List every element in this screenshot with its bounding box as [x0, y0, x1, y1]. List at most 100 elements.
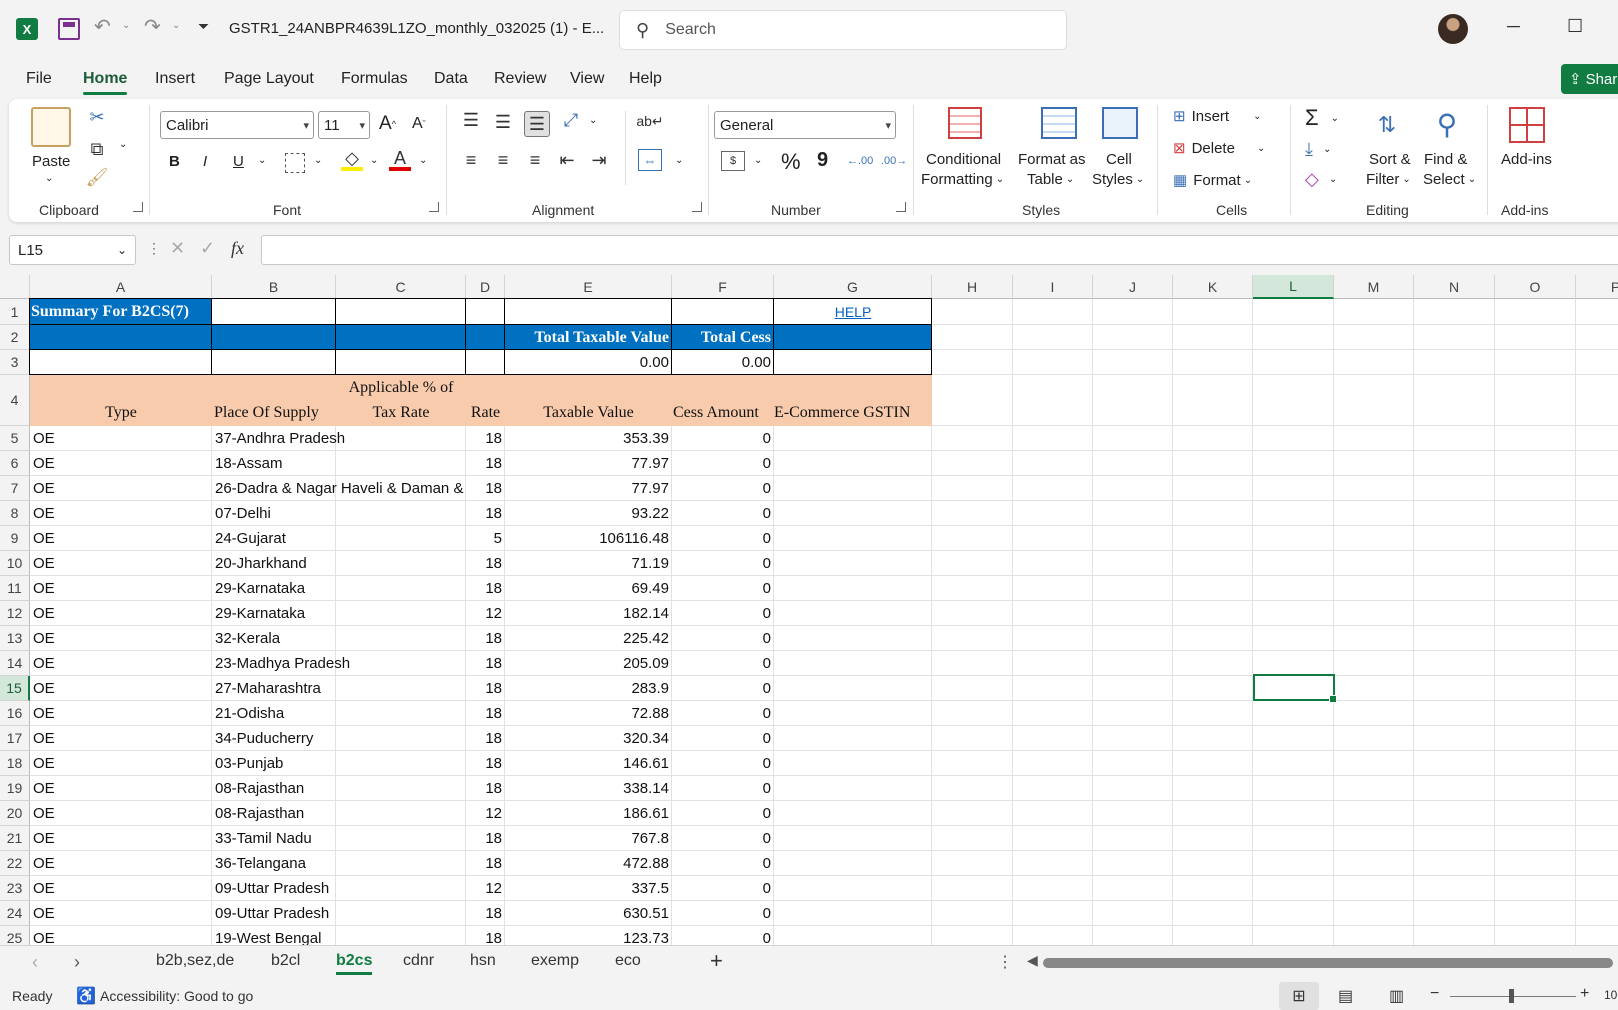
row-header-9[interactable]: 9	[0, 526, 30, 551]
cell-taxable-value[interactable]: 205.09	[505, 651, 672, 676]
insert-cells-button[interactable]: ⊞ Insert ⌄	[1173, 107, 1261, 126]
column-header-b[interactable]: B	[212, 275, 336, 299]
cut-icon[interactable]: ✂	[85, 105, 109, 129]
format-painter-icon[interactable]: 🖌	[85, 165, 109, 189]
alignment-launcher-icon[interactable]	[692, 202, 702, 212]
orientation-icon[interactable]: ⤢	[560, 109, 582, 131]
paste-icon[interactable]	[31, 107, 71, 147]
format-as-table-icon[interactable]	[1041, 107, 1077, 139]
cell-taxable-value[interactable]: 472.88	[505, 851, 672, 876]
row-header-7[interactable]: 7	[0, 476, 30, 501]
row-header-23[interactable]: 23	[0, 876, 30, 901]
cell-type[interactable]: OE	[33, 551, 55, 576]
column-header-c[interactable]: C	[336, 275, 466, 299]
cell-place-of-supply[interactable]: 29-Karnataka	[215, 576, 465, 601]
cell-cess-amount[interactable]: 0	[672, 726, 774, 751]
cell-type[interactable]: OE	[33, 601, 55, 626]
cell-cess-amount[interactable]: 0	[672, 426, 774, 451]
maximize-icon[interactable]: ☐	[1567, 16, 1583, 37]
accessibility-status[interactable]: Accessibility: Good to go	[100, 988, 253, 1004]
conditional-formatting-label-1[interactable]: Conditional	[926, 151, 1001, 168]
italic-button[interactable]: I	[203, 153, 207, 170]
merge-center-icon[interactable]: ⇔	[638, 149, 662, 171]
cell-place-of-supply[interactable]: 08-Rajasthan	[215, 801, 465, 826]
cell-rate[interactable]: 18	[466, 726, 505, 751]
increase-decimal-button[interactable]: ← .00	[847, 155, 873, 167]
cell-rate[interactable]: 18	[466, 851, 505, 876]
bold-button[interactable]: B	[169, 153, 180, 170]
align-top-icon[interactable]: ☰	[460, 109, 482, 131]
tab-view[interactable]: View	[570, 70, 604, 88]
tab-data[interactable]: Data	[434, 70, 468, 88]
cell-type[interactable]: OE	[33, 626, 55, 651]
align-right-icon[interactable]: ≡	[524, 149, 546, 171]
cell-type[interactable]: OE	[33, 476, 55, 501]
cell-type[interactable]: OE	[33, 576, 55, 601]
column-header-g[interactable]: G	[774, 275, 932, 299]
column-header-a[interactable]: A	[30, 275, 212, 299]
align-left-icon[interactable]: ≡	[460, 149, 482, 171]
delete-cells-button[interactable]: ⊠ Delete ⌄	[1173, 139, 1265, 158]
page-break-view-icon[interactable]: ▥	[1389, 986, 1404, 1006]
conditional-formatting-button[interactable]: Formatting ⌄	[921, 171, 1004, 188]
cell-cess-amount[interactable]: 0	[672, 751, 774, 776]
shrink-font-button[interactable]: Aˇ	[412, 115, 426, 133]
align-bottom-icon[interactable]: ☰	[524, 111, 550, 137]
cell-taxable-value[interactable]: 767.8	[505, 826, 672, 851]
cell-type[interactable]: OE	[33, 526, 55, 551]
cell-cess-amount[interactable]: 0	[672, 801, 774, 826]
cell-place-of-supply[interactable]: 37-Andhra Pradesh	[215, 426, 465, 451]
tab-home[interactable]: Home	[83, 70, 128, 95]
cell-type[interactable]: OE	[33, 701, 55, 726]
spreadsheet-grid[interactable]: A B C D E F G H I J K L M N O P 1 2 3 4 5 6 7 8 9 10 11 12 13 14 15 16 1…	[0, 275, 1618, 945]
cell-type[interactable]: OE	[33, 651, 55, 676]
comma-style-button[interactable]: 9	[817, 149, 828, 172]
cell-cess-amount[interactable]: 0	[672, 501, 774, 526]
align-center-icon[interactable]: ≡	[492, 149, 514, 171]
undo-icon[interactable]: ↶	[94, 14, 111, 39]
row-header-5[interactable]: 5	[0, 426, 30, 451]
find-select-button[interactable]: Select ⌄	[1423, 171, 1476, 188]
underline-button[interactable]: U	[233, 153, 244, 170]
cell-cess-amount[interactable]: 0	[672, 551, 774, 576]
add-ins-button[interactable]: Add-ins	[1501, 151, 1552, 168]
row-header-13[interactable]: 13	[0, 626, 30, 651]
sheet-tab-b2cs[interactable]: b2cs	[336, 952, 373, 975]
row-header-25[interactable]: 25	[0, 926, 30, 945]
copy-dropdown-icon[interactable]: ⌄	[119, 139, 127, 150]
cell-place-of-supply[interactable]: 20-Jharkhand	[215, 551, 465, 576]
cancel-entry-icon[interactable]: ✕	[170, 238, 185, 259]
cell-cess-amount[interactable]: 0	[672, 651, 774, 676]
sheet-tab-cdnr[interactable]: cdnr	[403, 952, 434, 970]
cell-type[interactable]: OE	[33, 876, 55, 901]
cell-styles-icon[interactable]	[1102, 107, 1138, 139]
cell-place-of-supply[interactable]: 32-Kerala	[215, 626, 465, 651]
cell-rate[interactable]: 12	[466, 876, 505, 901]
cell-cess-amount[interactable]: 0	[672, 826, 774, 851]
minimize-icon[interactable]: ─	[1507, 16, 1520, 37]
add-sheet-button[interactable]: +	[710, 948, 723, 974]
cell-type[interactable]: OE	[33, 676, 55, 701]
font-name-select[interactable]: Calibri ▾	[160, 111, 314, 139]
cell-taxable-value[interactable]: 337.5	[505, 876, 672, 901]
cell-rate[interactable]: 18	[466, 476, 505, 501]
cell-rate[interactable]: 18	[466, 901, 505, 926]
tab-insert[interactable]: Insert	[155, 70, 195, 88]
cell-taxable-value[interactable]: 225.42	[505, 626, 672, 651]
row-header-18[interactable]: 18	[0, 751, 30, 776]
merge-dropdown-icon[interactable]: ⌄	[675, 155, 683, 166]
cell-place-of-supply[interactable]: 36-Telangana	[215, 851, 465, 876]
scroll-tabs-left-icon[interactable]: ‹	[32, 952, 38, 973]
font-color-icon[interactable]: A	[389, 148, 411, 171]
confirm-entry-icon[interactable]: ✓	[200, 238, 215, 259]
row-header-20[interactable]: 20	[0, 801, 30, 826]
undo-dropdown-icon[interactable]: ⌄	[122, 20, 130, 31]
cell-cess-amount[interactable]: 0	[672, 451, 774, 476]
cell-taxable-value[interactable]: 69.49	[505, 576, 672, 601]
cell-rate[interactable]: 18	[466, 501, 505, 526]
row-header-1[interactable]: 1	[0, 299, 30, 325]
column-header-k[interactable]: K	[1173, 275, 1253, 299]
row-header-6[interactable]: 6	[0, 451, 30, 476]
fill-color-icon[interactable]: ◇	[341, 148, 363, 171]
cell-place-of-supply[interactable]: 24-Gujarat	[215, 526, 465, 551]
